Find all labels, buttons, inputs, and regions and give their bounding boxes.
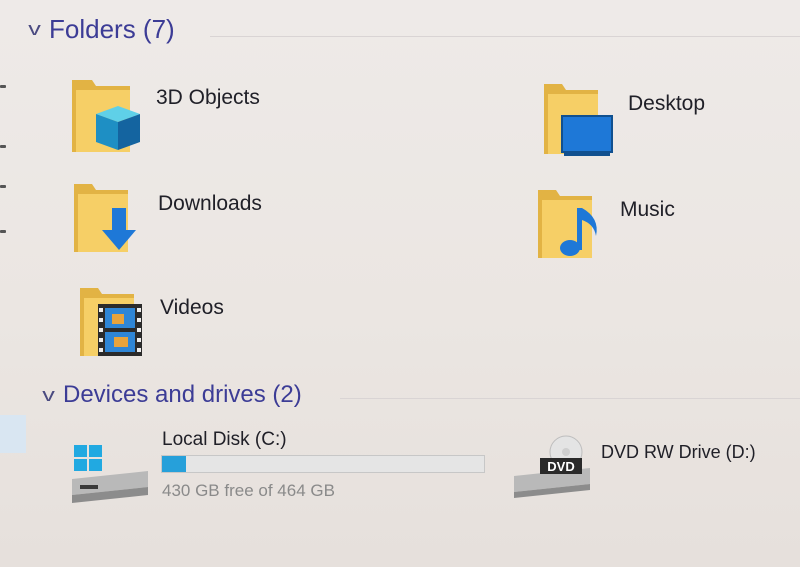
drive-free-space: 430 GB free of 464 GB	[162, 481, 335, 500]
folder-label: 3D Objects	[156, 86, 260, 109]
nav-selected-item[interactable]	[0, 415, 26, 453]
drive-name: Local Disk (C:)	[162, 429, 287, 450]
folder-item-desktop[interactable]: Desktop	[542, 78, 705, 160]
drive-usage-fill	[162, 456, 186, 472]
chevron-down-icon[interactable]: v	[28, 19, 41, 40]
folder-item-downloads[interactable]: Downloads	[72, 178, 262, 258]
drive-usage-bar	[161, 455, 485, 473]
videos-folder-icon	[80, 288, 142, 356]
group-divider	[210, 36, 800, 37]
folder-label: Videos	[160, 296, 224, 319]
dvd-badge: DVD	[547, 459, 574, 474]
folder-item-3d-objects[interactable]: 3D Objects	[70, 72, 260, 158]
chevron-down-icon[interactable]: v	[42, 385, 55, 406]
folders-group-header[interactable]: v Folders (7)	[28, 14, 175, 45]
nav-pin-icon	[0, 145, 6, 148]
nav-pin-icon	[0, 185, 6, 188]
folder-label: Downloads	[158, 192, 262, 215]
devices-group-title: Devices and drives (2)	[63, 381, 302, 408]
drive-item-local-disk[interactable]: Local Disk (C:) 430 GB free of 464 GB	[70, 425, 500, 505]
dvd-drive-icon: DVD	[514, 435, 590, 498]
folders-group-title: Folders (7)	[49, 14, 175, 44]
devices-group-header[interactable]: v Devices and drives (2)	[42, 381, 302, 409]
music-folder-icon	[538, 190, 597, 258]
group-divider	[340, 398, 800, 399]
desktop-folder-icon	[544, 84, 613, 156]
folder-label: Desktop	[628, 92, 706, 115]
3d-objects-folder-icon	[72, 80, 140, 152]
folder-item-music[interactable]: Music	[536, 184, 675, 264]
drive-item-dvd[interactable]: DVD DVD RW Drive (D:)	[512, 430, 792, 500]
folder-item-videos[interactable]: Videos	[78, 282, 224, 362]
windows-drive-icon	[72, 445, 148, 503]
downloads-folder-icon	[74, 184, 136, 252]
drive-name: DVD RW Drive (D:)	[601, 442, 756, 462]
nav-pin-icon	[0, 230, 6, 233]
nav-pin-icon	[0, 85, 6, 88]
folder-label: Music	[620, 198, 675, 221]
